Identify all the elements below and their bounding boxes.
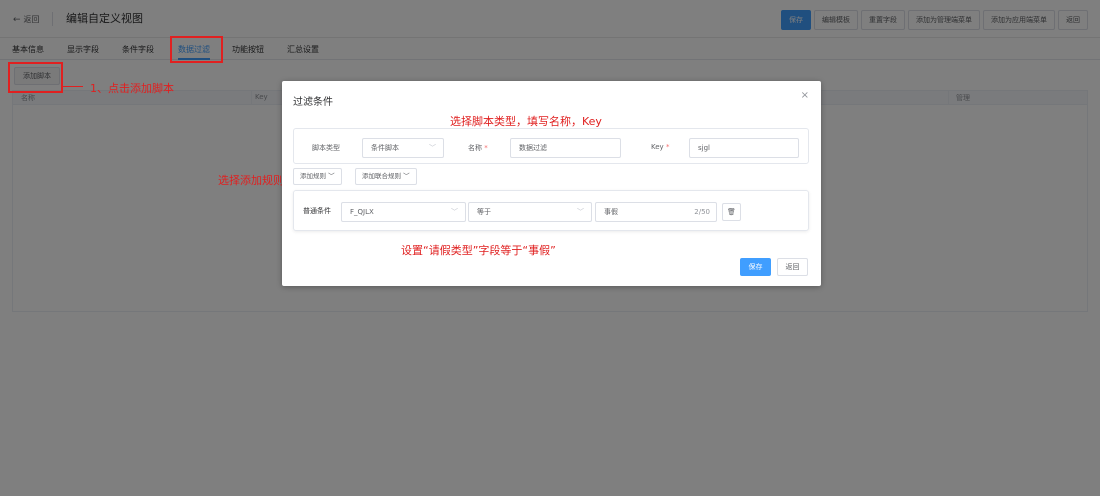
annotation-select-rule: 选择添加规则 — [218, 174, 284, 187]
script-type-select[interactable]: 条件脚本 ﹀ — [362, 138, 444, 158]
annotation-box-tab — [170, 36, 223, 63]
annotation-box-add-script — [8, 62, 63, 93]
rule-operator-select[interactable]: 等于 ﹀ — [468, 202, 592, 222]
annotation-set-condition: 设置“请假类型”字段等于“事假” — [401, 244, 556, 257]
chevron-down-icon: ﹀ — [328, 172, 335, 180]
chevron-down-icon: ﹀ — [429, 144, 436, 152]
annotation-line — [63, 86, 83, 87]
script-type-value: 条件脚本 — [371, 144, 399, 152]
delete-icon[interactable]: 🗑 — [722, 203, 741, 221]
add-rule-label: 添加规则 — [300, 172, 326, 180]
script-type-label: 脚本类型 — [312, 144, 340, 152]
rule-field-value: F_QJLX — [350, 208, 374, 216]
annotation-select-type: 选择脚本类型，填写名称，Key — [450, 115, 602, 128]
close-icon[interactable]: × — [801, 90, 809, 101]
chevron-down-icon: ﹀ — [403, 172, 410, 180]
required-mark: * — [484, 144, 488, 152]
filter-dialog: 过滤条件 × 选择脚本类型，填写名称，Key 脚本类型 条件脚本 ﹀ 名称 * … — [282, 81, 821, 286]
rule-type-label: 普通条件 — [303, 207, 331, 215]
char-counter: 2/50 — [694, 208, 710, 216]
dialog-save-button[interactable]: 保存 — [740, 258, 771, 276]
key-label-text: Key — [651, 143, 664, 151]
rule-value-input[interactable]: 事假 2/50 — [595, 202, 717, 222]
name-label-text: 名称 — [468, 144, 482, 152]
add-rule-button[interactable]: 添加规则 ﹀ — [293, 168, 342, 185]
rule-operator-value: 等于 — [477, 208, 491, 216]
dialog-title: 过滤条件 — [293, 97, 333, 108]
script-form: 脚本类型 条件脚本 ﹀ 名称 * 数据过滤 Key * sjgl — [293, 128, 809, 164]
add-union-rule-label: 添加联合规则 — [362, 172, 401, 180]
dialog-back-button[interactable]: 返回 — [777, 258, 808, 276]
key-label: Key * — [651, 143, 669, 151]
key-input[interactable]: sjgl — [689, 138, 799, 158]
required-mark: * — [665, 143, 670, 151]
rule-value-text: 事假 — [604, 208, 618, 216]
rule-row: 普通条件 F_QJLX ﹀ 等于 ﹀ 事假 2/50 🗑 — [293, 190, 809, 231]
chevron-down-icon: ﹀ — [577, 208, 584, 216]
annotation-step1: 1、点击添加脚本 — [90, 82, 174, 95]
add-union-rule-button[interactable]: 添加联合规则 ﹀ — [355, 168, 417, 185]
chevron-down-icon: ﹀ — [451, 208, 458, 216]
name-input[interactable]: 数据过滤 — [510, 138, 621, 158]
rule-field-select[interactable]: F_QJLX ﹀ — [341, 202, 466, 222]
name-label: 名称 * — [468, 143, 488, 153]
